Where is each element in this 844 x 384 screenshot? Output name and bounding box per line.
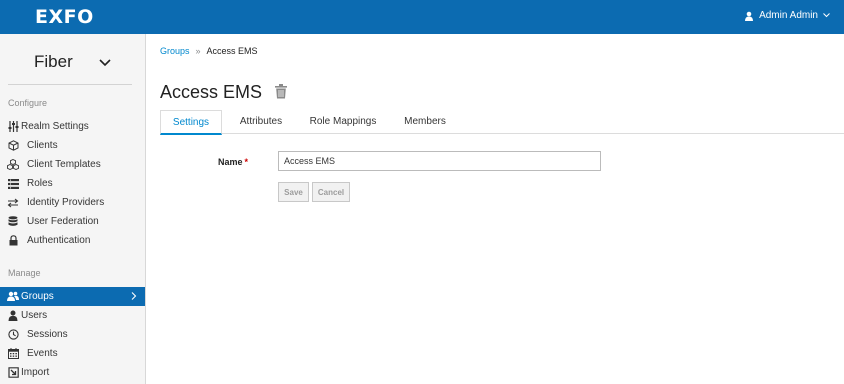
tab-members[interactable]: Members: [398, 110, 452, 134]
calendar-icon: [7, 348, 19, 360]
sidebar-item-label: Import: [21, 367, 50, 378]
name-label-text: Name: [218, 157, 243, 167]
manage-section-label: Manage: [8, 268, 41, 278]
save-button[interactable]: Save: [278, 182, 309, 202]
chevron-right-icon: [131, 292, 137, 300]
cancel-button[interactable]: Cancel: [312, 182, 350, 202]
sidebar-item-identity-providers[interactable]: Identity Providers: [0, 193, 145, 212]
exfo-logo: EXFO: [35, 6, 94, 28]
sidebar-item-label: Authentication: [27, 235, 91, 246]
tab-bar: Settings Attributes Role Mappings Member…: [160, 110, 844, 135]
sliders-icon: [7, 121, 19, 133]
sidebar-item-roles[interactable]: Roles: [0, 174, 145, 193]
sidebar-item-label: User Federation: [27, 216, 99, 227]
breadcrumb-current: Access EMS: [206, 46, 258, 56]
sidebar-item-label: Users: [21, 310, 48, 321]
sidebar-item-authentication[interactable]: Authentication: [0, 231, 145, 250]
chevron-down-icon: [99, 59, 111, 67]
database-icon: [7, 216, 19, 228]
sidebar-item-label: Realm Settings: [21, 121, 89, 132]
sidebar-item-label: Roles: [27, 178, 53, 189]
sidebar-item-users[interactable]: Users: [0, 306, 145, 325]
top-navbar: EXFO Admin Admin: [0, 0, 844, 34]
trash-icon[interactable]: [275, 84, 287, 99]
sidebar-item-user-federation[interactable]: User Federation: [0, 212, 145, 231]
sidebar-item-realm-settings[interactable]: Realm Settings: [0, 117, 145, 136]
chevron-down-icon: [823, 13, 830, 18]
sidebar-item-label: Identity Providers: [27, 197, 105, 208]
name-input[interactable]: [278, 151, 601, 171]
tab-role-mappings[interactable]: Role Mappings: [303, 110, 383, 134]
sidebar-item-label: Clients: [27, 140, 58, 151]
sidebar-item-clients[interactable]: Clients: [0, 136, 145, 155]
required-marker: *: [244, 157, 249, 167]
sidebar-item-label: Sessions: [27, 329, 68, 340]
tab-settings[interactable]: Settings: [160, 110, 222, 135]
sidebar: Fiber Configure Realm Settings Clients C…: [0, 34, 146, 384]
cube-icon: [7, 140, 19, 152]
sidebar-item-import[interactable]: Import: [0, 363, 145, 382]
configure-section-label: Configure: [8, 98, 48, 108]
sidebar-item-client-templates[interactable]: Client Templates: [0, 155, 145, 174]
lock-icon: [7, 235, 19, 247]
user-icon: [7, 310, 19, 322]
user-name: Admin Admin: [759, 10, 818, 21]
import-icon: [7, 367, 19, 379]
cubes-icon: [7, 159, 19, 171]
users-icon: [7, 291, 19, 303]
breadcrumb-separator: »: [195, 46, 201, 56]
sidebar-item-label: Client Templates: [27, 159, 101, 170]
realm-name: Fiber: [34, 52, 73, 71]
sidebar-item-sessions[interactable]: Sessions: [0, 325, 145, 344]
main-content: Groups » Access EMS Access EMS Settings …: [146, 34, 844, 384]
clock-icon: [7, 329, 19, 341]
user-icon: [745, 11, 754, 21]
realm-selector[interactable]: Fiber: [0, 52, 146, 82]
name-label: Name *: [218, 157, 248, 167]
sidebar-item-groups[interactable]: Groups: [0, 287, 145, 306]
sidebar-item-label: Events: [27, 348, 58, 359]
exchange-icon: [7, 197, 19, 209]
sidebar-item-label: Groups: [21, 291, 54, 302]
breadcrumb: Groups » Access EMS: [160, 46, 258, 56]
list-icon: [7, 178, 19, 190]
user-menu[interactable]: Admin Admin: [744, 10, 830, 21]
breadcrumb-groups-link[interactable]: Groups: [160, 46, 190, 56]
divider: [8, 84, 132, 85]
tab-attributes[interactable]: Attributes: [232, 110, 290, 134]
page-title: Access EMS: [160, 82, 263, 102]
sidebar-item-events[interactable]: Events: [0, 344, 145, 363]
